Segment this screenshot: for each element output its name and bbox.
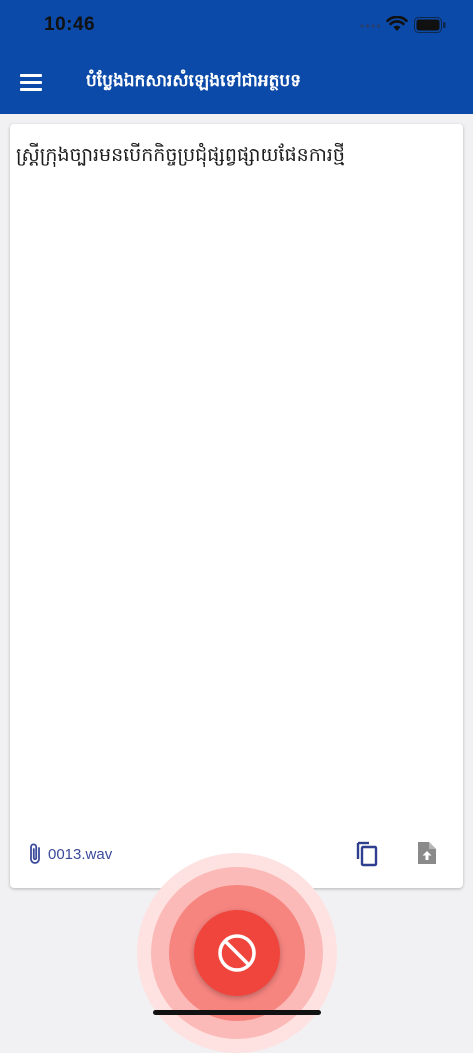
cellular-signal-icon: [360, 24, 381, 28]
battery-icon: [414, 17, 446, 33]
app-bar: បំប្លែងឯកសារសំឡេងទៅជាអត្ថបទ: [0, 50, 473, 114]
record-pulse: [137, 853, 337, 1053]
status-time: 10:46: [44, 14, 96, 35]
home-indicator[interactable]: [153, 1010, 321, 1015]
status-bar: 10:46: [0, 0, 473, 50]
block-icon: [218, 934, 256, 972]
stop-recording-button[interactable]: [194, 910, 280, 996]
attached-file[interactable]: 0013.wav: [26, 842, 112, 866]
transcript-card: ស្ត្រីក្រុងច្បារមនបើកកិច្ចប្រជុំផ្សព្វផ្…: [10, 124, 463, 888]
hamburger-icon[interactable]: [20, 74, 42, 92]
copy-icon[interactable]: [354, 840, 380, 868]
page-title: បំប្លែងឯកសារសំឡេងទៅជាអត្ថបទ: [86, 71, 301, 91]
transcript-text[interactable]: ស្ត្រីក្រុងច្បារមនបើកកិច្ចប្រជុំផ្សព្វផ្…: [16, 140, 453, 170]
file-name: 0013.wav: [48, 845, 113, 863]
file-upload-icon[interactable]: [415, 840, 439, 866]
paperclip-icon: [30, 843, 40, 864]
wifi-icon: [386, 16, 408, 31]
